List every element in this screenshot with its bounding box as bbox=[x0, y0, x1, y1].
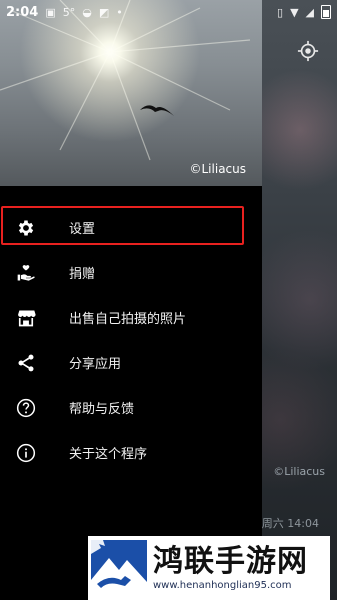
app-notification-icon: ◒ bbox=[82, 5, 92, 19]
watermark-title: 鸿联手游网 bbox=[153, 544, 308, 579]
sun-glare bbox=[0, 0, 251, 161]
store-icon bbox=[16, 308, 36, 328]
image-notification-icon: ◩ bbox=[98, 5, 110, 19]
menu-item-share-app[interactable]: 分享应用 bbox=[0, 340, 262, 385]
menu-item-label: 设置 bbox=[69, 222, 96, 237]
status-time: 2:04 bbox=[6, 4, 39, 20]
menu-item-label: 帮助与反馈 bbox=[69, 402, 135, 417]
drawer-menu: 设置 捐赠 出售自己拍摄的照片 分享应用 帮助与反馈 关于这个程序 bbox=[0, 205, 262, 475]
menu-item-label: 关于这个程序 bbox=[69, 447, 148, 462]
background-credit: ©Liliacus bbox=[273, 465, 325, 478]
donate-hand-heart-icon bbox=[16, 263, 36, 283]
location-target-icon[interactable] bbox=[293, 36, 323, 66]
menu-item-label: 捐赠 bbox=[69, 267, 96, 282]
background-date: 周六 14:04 bbox=[261, 517, 319, 530]
status-bar: 2:04 ▣ 5° ◒ ◩ • ▯ ▼ ◢ bbox=[0, 0, 337, 24]
menu-item-about[interactable]: 关于这个程序 bbox=[0, 430, 262, 475]
navigation-drawer: ©Liliacus 设置 捐赠 出售自己拍摄的照片 分享应用 帮助与反馈 关于这… bbox=[0, 0, 262, 600]
menu-item-help-feedback[interactable]: 帮助与反馈 bbox=[0, 385, 262, 430]
menu-item-settings[interactable]: 设置 bbox=[0, 205, 262, 250]
watermark-text: 鸿联手游网 www.henanhonglian95.com bbox=[153, 544, 308, 592]
wifi-icon: ▼ bbox=[290, 5, 299, 19]
drawer-header-photo: ©Liliacus bbox=[0, 0, 262, 186]
vibrate-icon: ▯ bbox=[277, 5, 284, 19]
bird-silhouette bbox=[140, 105, 174, 116]
watermark-logo bbox=[91, 540, 147, 596]
share-icon bbox=[16, 353, 36, 373]
watermark-url: www.henanhonglian95.com bbox=[153, 580, 292, 591]
photo-notification-icon: ▣ bbox=[45, 5, 56, 19]
info-icon bbox=[16, 443, 36, 463]
signal-icon: ◢ bbox=[305, 5, 314, 19]
battery-icon bbox=[321, 5, 331, 19]
menu-item-donate[interactable]: 捐赠 bbox=[0, 250, 262, 295]
more-notifications-icon: • bbox=[116, 5, 123, 19]
menu-item-label: 出售自己拍摄的照片 bbox=[69, 312, 187, 327]
watermark-banner: 鸿联手游网 www.henanhonglian95.com bbox=[88, 536, 330, 600]
crosshair-icon bbox=[297, 40, 319, 62]
photo-credit: ©Liliacus bbox=[189, 162, 247, 176]
gear-icon bbox=[16, 218, 36, 238]
help-icon bbox=[16, 398, 36, 418]
weather-temp: 5° bbox=[62, 5, 76, 19]
menu-item-sell-photos[interactable]: 出售自己拍摄的照片 bbox=[0, 295, 262, 340]
menu-item-label: 分享应用 bbox=[69, 357, 122, 372]
